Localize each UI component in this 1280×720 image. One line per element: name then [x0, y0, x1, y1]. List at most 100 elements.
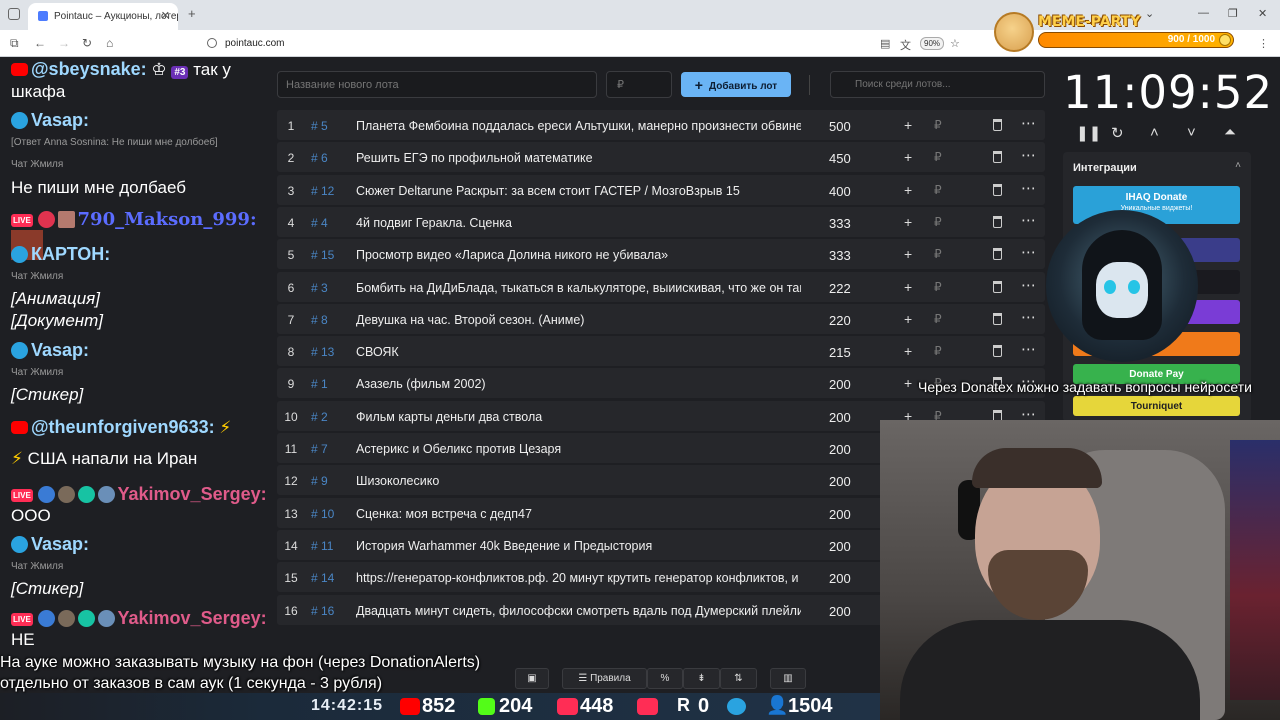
ruble-icon[interactable]: ₽ — [934, 280, 942, 294]
zoom-level[interactable]: 90% — [920, 37, 945, 50]
webcam-feed — [880, 420, 1280, 720]
ruble-icon[interactable]: ₽ — [934, 215, 942, 229]
home-icon[interactable]: ⌂ — [106, 36, 113, 50]
integrations-title: Интеграции — [1073, 162, 1137, 174]
lot-name[interactable]: Шизоколесико — [356, 474, 801, 488]
add-to-lot-icon[interactable]: + — [904, 343, 912, 359]
lot-name[interactable]: Просмотр видео «Лариса Долина никого не … — [356, 248, 801, 262]
lot-row[interactable]: 4 # 4 4й подвиг Геракла. Сценка 333 + ₽ ⋯ — [277, 206, 1045, 237]
rules-button[interactable]: ☰ Правила — [562, 668, 647, 689]
ruble-icon[interactable]: ₽ — [934, 312, 942, 326]
more-options-icon[interactable]: ⋯ — [1021, 179, 1036, 197]
lot-row[interactable]: 2 # 6 Решить ЕГЭ по профильной математике 4… — [277, 142, 1045, 173]
add-to-lot-icon[interactable]: + — [904, 279, 912, 295]
ruble-icon[interactable]: ₽ — [934, 247, 942, 261]
lot-row[interactable]: 5 # 15 Просмотр видео «Лариса Долина никог… — [277, 239, 1045, 270]
percent-icon[interactable]: % — [647, 668, 683, 689]
translate-icon[interactable]: 文 — [900, 37, 911, 53]
more-options-icon[interactable]: ⋯ — [1021, 308, 1036, 326]
reset-timer-icon[interactable]: ↻ — [1111, 124, 1124, 142]
more-options-icon[interactable]: ⋯ — [1021, 114, 1036, 132]
subtract-time-icon[interactable]: ˅ — [1187, 124, 1196, 141]
lot-id: # 5 — [311, 119, 328, 133]
save-icon[interactable]: ▣ — [515, 668, 549, 689]
delete-lot-icon[interactable] — [993, 345, 1002, 358]
lot-name[interactable]: Девушка на час. Второй сезон. (Аниме) — [356, 313, 801, 327]
tab-search-icon[interactable] — [8, 8, 20, 20]
ruble-icon[interactable]: ₽ — [934, 183, 942, 197]
sidebar-toggle-icon[interactable]: ⧉ — [10, 36, 19, 51]
delete-lot-icon[interactable] — [993, 151, 1002, 164]
lot-id: # 15 — [311, 248, 335, 263]
lot-name[interactable]: История Warhammer 40k Введение и Предыст… — [356, 539, 801, 553]
more-options-icon[interactable]: ⋯ — [1021, 243, 1036, 261]
split-icon[interactable]: ⇟ — [683, 668, 720, 689]
new-lot-price-input[interactable] — [606, 71, 672, 98]
delete-lot-icon[interactable] — [993, 215, 1002, 228]
add-time-icon[interactable]: ˄ — [1150, 124, 1159, 141]
lot-row[interactable]: 3 # 12 Сюжет Deltarune Раскрыт: за всем ст… — [277, 174, 1045, 205]
more-options-icon[interactable]: ⋯ — [1021, 211, 1036, 229]
lot-name[interactable]: Двадцать минут сидеть, философски смотре… — [356, 604, 801, 618]
reader-icon[interactable]: ▤ — [880, 37, 890, 50]
lot-name[interactable]: СВОЯК — [356, 345, 801, 359]
lot-row[interactable]: 8 # 13 СВОЯК 215 + ₽ ⋯ — [277, 336, 1045, 367]
reload-icon[interactable]: ↻ — [82, 36, 92, 50]
youtube-icon — [11, 63, 28, 76]
more-options-icon[interactable]: ⋯ — [1021, 276, 1036, 294]
close-window-icon[interactable]: ✕ — [1258, 7, 1267, 20]
lot-name[interactable]: Бомбить на ДиДиБлада, тыкаться в калькул… — [356, 281, 801, 295]
delete-lot-icon[interactable] — [993, 312, 1002, 325]
lot-name[interactable]: Решить ЕГЭ по профильной математике — [356, 151, 801, 165]
delete-all-icon[interactable]: ▥ — [770, 668, 806, 689]
add-to-lot-icon[interactable]: + — [904, 375, 912, 391]
search-lots-input[interactable] — [830, 71, 1045, 98]
add-to-lot-icon[interactable]: + — [904, 149, 912, 165]
star-icon[interactable]: ☆ — [950, 37, 960, 50]
site-info-icon[interactable] — [207, 38, 217, 48]
chat-text: шкафа — [11, 82, 66, 101]
sort-icon[interactable]: ⇅ — [720, 668, 757, 689]
lot-name[interactable]: 4й подвиг Геракла. Сценка — [356, 216, 801, 230]
more-options-icon[interactable]: ⋯ — [1021, 146, 1036, 164]
forward-icon[interactable]: → — [58, 36, 70, 50]
lot-row[interactable]: 7 # 8 Девушка на час. Второй сезон. (Аниме… — [277, 303, 1045, 334]
new-lot-name-input[interactable] — [277, 71, 597, 98]
close-tab-icon[interactable]: ✕ — [161, 9, 170, 22]
avatar-eye — [1104, 280, 1116, 294]
delete-lot-icon[interactable] — [993, 183, 1002, 196]
delete-lot-icon[interactable] — [993, 280, 1002, 293]
lot-name[interactable]: Азазель (фильм 2002) — [356, 377, 801, 391]
ruble-icon[interactable]: ₽ — [934, 118, 942, 132]
url-field[interactable]: pointauc.com — [225, 38, 284, 49]
delete-lot-icon[interactable] — [993, 119, 1002, 131]
lot-name[interactable]: Сюжет Deltarune Раскрыт: за всем стоит Г… — [356, 184, 801, 198]
ruble-icon[interactable]: ₽ — [934, 344, 942, 358]
ruble-icon[interactable]: ₽ — [934, 150, 942, 164]
lot-name[interactable]: Планета Фембоина поддалась ереси Альтушк… — [356, 119, 801, 133]
integration-button[interactable]: Tourniquet — [1073, 396, 1240, 416]
chevron-up-icon[interactable]: ˄ — [1235, 160, 1241, 171]
more-options-icon[interactable]: ⋯ — [1021, 340, 1036, 358]
lot-row[interactable]: 6 # 3 Бомбить на ДиДиБлада, тыкаться в кал… — [277, 271, 1045, 302]
add-to-lot-icon[interactable]: + — [904, 311, 912, 327]
pause-icon[interactable]: ❚❚ — [1076, 124, 1101, 142]
collapse-up-icon[interactable]: ⏶ — [1224, 124, 1236, 141]
add-to-lot-icon[interactable]: + — [904, 117, 912, 133]
new-tab-icon[interactable]: + — [188, 6, 196, 21]
add-to-lot-icon[interactable]: + — [904, 214, 912, 230]
delete-lot-icon[interactable] — [993, 248, 1002, 261]
lot-row[interactable]: 1 # 5 Планета Фембоина поддалась ереси Аль… — [277, 110, 1045, 140]
lot-name[interactable]: Фильм карты деньги два ствола — [356, 410, 801, 424]
browser-tab[interactable]: Pointauc – Аукционы, лотереи ✕ — [28, 3, 178, 30]
lot-name[interactable]: Астерикс и Обеликс против Цезаря — [356, 442, 801, 456]
lot-number: 6 — [287, 280, 295, 295]
menu-icon[interactable]: ⋮ — [1258, 37, 1269, 50]
add-lot-button[interactable]: + Добавить лот — [681, 72, 791, 97]
lot-number: 1 — [287, 119, 295, 133]
add-to-lot-icon[interactable]: + — [904, 246, 912, 262]
back-icon[interactable]: ← — [34, 36, 46, 50]
lot-name[interactable]: https://генератор-конфликтов.рф. 20 мину… — [356, 571, 801, 585]
add-to-lot-icon[interactable]: + — [904, 182, 912, 198]
lot-name[interactable]: Сценка: моя встреча с дедп47 — [356, 507, 801, 521]
